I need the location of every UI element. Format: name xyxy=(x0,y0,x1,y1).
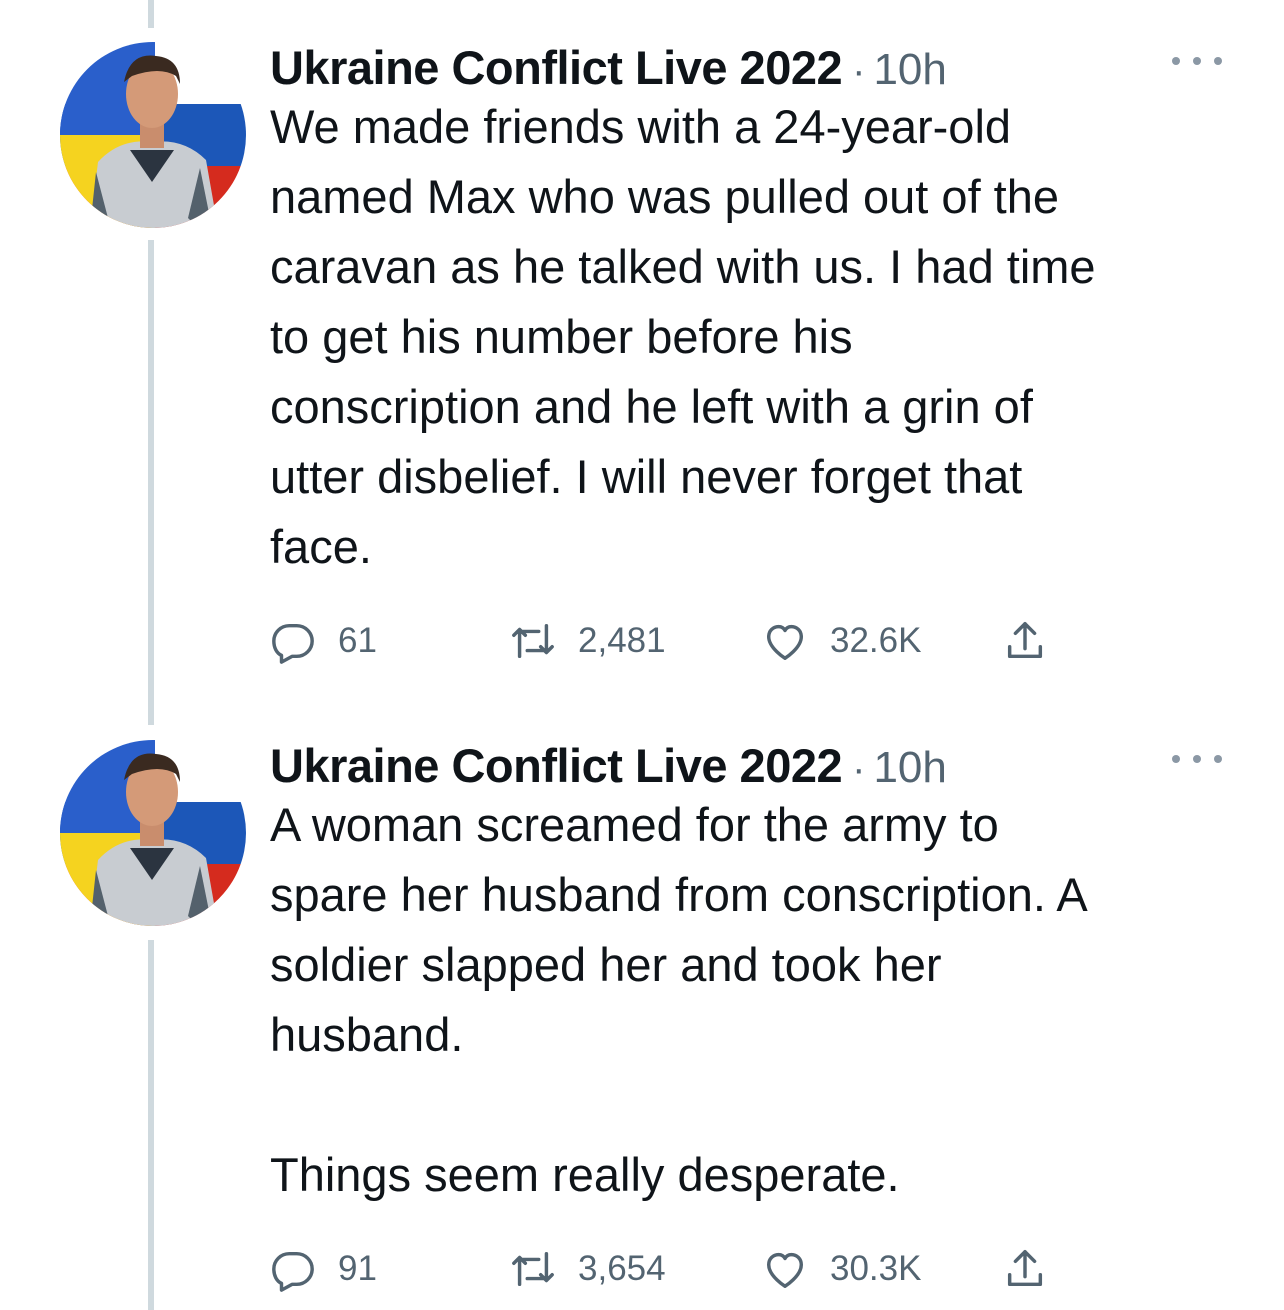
timestamp[interactable]: 10h xyxy=(873,743,946,793)
avatar-image xyxy=(60,42,246,228)
tweet-text: We made friends with a 24-year-old named… xyxy=(270,100,1096,573)
reply-count: 91 xyxy=(338,1249,377,1288)
thread-line-top xyxy=(148,0,154,28)
more-icon[interactable] xyxy=(1172,46,1222,76)
share-button[interactable] xyxy=(1002,616,1048,666)
avatar[interactable] xyxy=(60,42,246,228)
reply-button[interactable]: 91 xyxy=(270,1244,377,1294)
more-icon[interactable] xyxy=(1172,744,1222,774)
heart-icon xyxy=(766,1252,804,1288)
avatar[interactable] xyxy=(60,740,246,926)
tweet-header: Ukraine Conflict Live 2022 · 10h xyxy=(270,40,947,100)
retweet-count: 3,654 xyxy=(578,1249,666,1288)
tweet-text: A woman screamed for the army to spare h… xyxy=(270,798,1088,1201)
avatar-image xyxy=(60,740,246,926)
like-button[interactable]: 30.3K xyxy=(762,1244,921,1294)
retweet-button[interactable]: 3,654 xyxy=(510,1244,666,1294)
share-button[interactable] xyxy=(1002,1244,1048,1294)
like-button[interactable]: 32.6K xyxy=(762,616,921,666)
reply-button[interactable]: 61 xyxy=(270,616,377,666)
share-icon xyxy=(1007,622,1043,659)
separator-dot: · xyxy=(852,49,866,93)
tweet-1[interactable]: Ukraine Conflict Live 2022 · 10h We made… xyxy=(0,40,1284,680)
tweet-header: Ukraine Conflict Live 2022 · 10h xyxy=(270,738,947,798)
retweet-icon xyxy=(512,623,554,659)
retweet-count: 2,481 xyxy=(578,621,666,660)
heart-icon xyxy=(766,624,804,660)
share-icon xyxy=(1007,1250,1043,1287)
reply-icon xyxy=(272,1251,314,1292)
reply-count: 61 xyxy=(338,621,377,660)
timestamp[interactable]: 10h xyxy=(873,45,946,95)
author-name[interactable]: Ukraine Conflict Live 2022 xyxy=(270,40,843,95)
reply-icon xyxy=(272,623,314,664)
author-name[interactable]: Ukraine Conflict Live 2022 xyxy=(270,738,843,793)
separator-dot: · xyxy=(852,747,866,791)
retweet-button[interactable]: 2,481 xyxy=(510,616,666,666)
action-bar: 91 3,654 30.3K xyxy=(270,1244,1090,1294)
action-bar: 61 2,481 32.6K xyxy=(270,616,1090,666)
like-count: 30.3K xyxy=(830,1249,922,1288)
retweet-icon xyxy=(512,1251,554,1287)
tweet-2[interactable]: Ukraine Conflict Live 2022 · 10h A woman… xyxy=(0,738,1284,1308)
like-count: 32.6K xyxy=(830,621,922,660)
